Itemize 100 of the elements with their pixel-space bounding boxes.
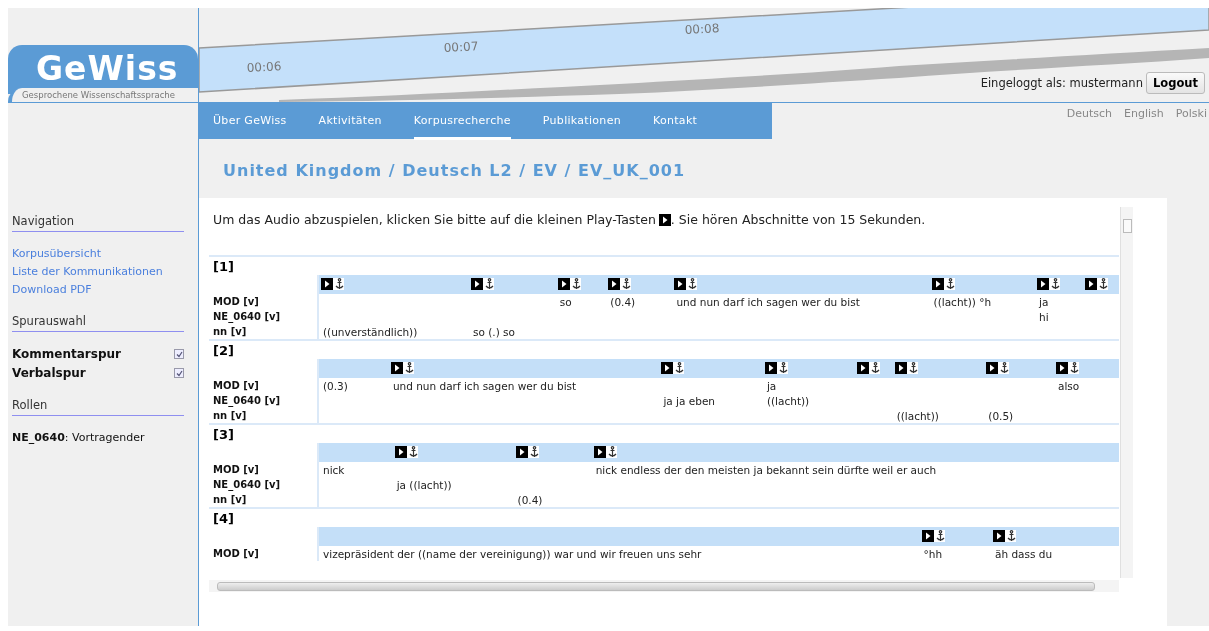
play-icon[interactable] bbox=[321, 278, 333, 290]
anchor-icon[interactable] bbox=[1006, 530, 1016, 542]
tier-label: NE_0640 [v] bbox=[209, 477, 318, 492]
track-label: Verbalspur bbox=[12, 366, 86, 380]
anchor-icon[interactable] bbox=[908, 362, 918, 374]
language-link[interactable]: Deutsch bbox=[1066, 107, 1113, 120]
transcript-text: und nun darf ich sagen wer du bist bbox=[392, 379, 577, 392]
anchor-icon[interactable] bbox=[1069, 362, 1079, 374]
role-text: NE_0640: Vortragender bbox=[12, 431, 146, 444]
transcript-text: ja bbox=[1039, 295, 1049, 308]
transcript-text: hi bbox=[1039, 310, 1049, 323]
tier-label: nn [v] bbox=[209, 324, 318, 339]
tier-label: nn [v] bbox=[209, 492, 318, 507]
transcript-text: äh dass du bbox=[994, 547, 1053, 560]
tier-label: nn [v] bbox=[209, 408, 318, 423]
tier-label: NE_0640 [v] bbox=[209, 309, 318, 324]
anchor-icon[interactable] bbox=[485, 278, 494, 290]
anchor-icon[interactable] bbox=[945, 278, 955, 290]
anchor-icon[interactable] bbox=[870, 362, 880, 374]
play-icon[interactable] bbox=[992, 530, 1005, 542]
anchor-icon[interactable] bbox=[688, 278, 698, 290]
tier-label: MOD [v] bbox=[209, 378, 318, 393]
tier-label: NE_0640 [v] bbox=[209, 393, 318, 408]
transcript-text: ((lacht)) bbox=[896, 409, 939, 422]
language-link[interactable]: English bbox=[1124, 107, 1164, 120]
nav-tab[interactable]: Publikationen bbox=[542, 103, 621, 140]
transcript-text: so bbox=[559, 295, 572, 308]
play-icon[interactable] bbox=[1037, 278, 1050, 290]
horizontal-scrollbar[interactable] bbox=[209, 580, 1119, 592]
play-icon[interactable] bbox=[658, 213, 671, 226]
transcript-text: also bbox=[1057, 379, 1080, 392]
play-icon[interactable] bbox=[515, 446, 528, 458]
anchor-icon[interactable] bbox=[675, 362, 685, 374]
checkbox[interactable] bbox=[174, 349, 184, 359]
transcript-text: (0.5) bbox=[988, 409, 1014, 422]
tier-label: MOD [v] bbox=[209, 546, 318, 561]
tier-label: MOD [v] bbox=[209, 294, 318, 309]
transcript-text: ((unverständlich)) bbox=[323, 325, 418, 338]
intro-text: . Sie hören Abschnitte von 15 Sekunden. bbox=[670, 212, 926, 227]
anchor-icon[interactable] bbox=[607, 446, 617, 458]
timecode-label: 00:07 bbox=[443, 39, 479, 55]
anchor-icon[interactable] bbox=[1098, 278, 1108, 290]
transcript-text: vizepräsident der ((name der vereinigung)) war und wir freuen uns sehr bbox=[323, 547, 702, 560]
transcript-text: ((lacht)) °h bbox=[933, 295, 992, 308]
anchor-icon[interactable] bbox=[778, 362, 788, 374]
play-icon[interactable] bbox=[856, 362, 869, 374]
transcript-text: ja ((lacht)) bbox=[396, 478, 452, 491]
logo-tagline: Gesprochene Wissenschaftssprache bbox=[8, 88, 198, 102]
anchor-icon[interactable] bbox=[529, 446, 539, 458]
play-icon[interactable] bbox=[593, 446, 606, 458]
play-icon[interactable] bbox=[557, 278, 570, 290]
transcript-text: ja ja eben bbox=[663, 394, 716, 407]
breadcrumb-title: United Kingdom / Deutsch L2 / EV / EV_UK_001 bbox=[223, 161, 687, 180]
vertical-scrollbar[interactable] bbox=[1120, 207, 1133, 578]
sidebar-heading: Navigation bbox=[12, 214, 184, 232]
play-icon[interactable] bbox=[764, 362, 777, 374]
sidebar-link[interactable]: Liste der Kommunikationen bbox=[12, 265, 184, 278]
play-icon[interactable] bbox=[390, 362, 403, 374]
transcript-text: ((lacht)) bbox=[766, 394, 810, 407]
anchor-icon[interactable] bbox=[935, 530, 945, 542]
anchor-icon[interactable] bbox=[408, 446, 418, 458]
track-label: Kommentarspur bbox=[12, 347, 121, 361]
play-icon[interactable] bbox=[894, 362, 907, 374]
play-icon[interactable] bbox=[931, 278, 944, 290]
nav-tab[interactable]: Über GeWiss bbox=[213, 103, 287, 140]
play-icon[interactable] bbox=[986, 362, 999, 374]
anchor-icon[interactable] bbox=[404, 362, 414, 374]
login-status: Eingeloggt als: mustermann bbox=[980, 76, 1143, 90]
anchor-icon[interactable] bbox=[622, 278, 632, 290]
tier-label: MOD [v] bbox=[209, 462, 318, 477]
anchor-icon[interactable] bbox=[571, 278, 581, 290]
timecode-label: 00:06 bbox=[246, 59, 282, 75]
nav-tab[interactable]: Kontakt bbox=[653, 103, 698, 140]
anchor-icon[interactable] bbox=[1051, 278, 1061, 290]
anchor-icon[interactable] bbox=[335, 278, 344, 290]
sidebar-link[interactable]: Korpusübersicht bbox=[12, 247, 184, 260]
transcript-text: ja bbox=[766, 379, 777, 392]
intro-text: Um das Audio abzuspielen, klicken Sie bitte auf die kleinen Play-Tasten bbox=[213, 212, 656, 227]
nav-tab[interactable]: Aktivitäten bbox=[318, 103, 382, 140]
sidebar-heading: Rollen bbox=[12, 398, 184, 416]
nav-tab[interactable]: Korpusrecherche bbox=[413, 103, 511, 140]
play-icon[interactable] bbox=[394, 446, 407, 458]
transcript-text: °hh bbox=[923, 547, 943, 560]
play-icon[interactable] bbox=[1084, 278, 1097, 290]
transcript-text: und nun darf ich sagen wer du bist bbox=[676, 295, 860, 308]
play-icon[interactable] bbox=[1055, 362, 1068, 374]
timecode-label: 00:08 bbox=[684, 21, 720, 37]
play-icon[interactable] bbox=[471, 278, 483, 290]
transcript-text: nick endless der den meisten ja bekannt sein dürfte weil er auch bbox=[595, 463, 937, 476]
logout-button[interactable]: Logout bbox=[1145, 72, 1205, 94]
transcript-text: (0.4) bbox=[610, 295, 636, 308]
play-icon[interactable] bbox=[608, 278, 621, 290]
play-icon[interactable] bbox=[674, 278, 687, 290]
language-link[interactable]: Polski bbox=[1175, 107, 1207, 120]
anchor-icon[interactable] bbox=[1000, 362, 1010, 374]
play-icon[interactable] bbox=[921, 530, 934, 542]
sidebar-link[interactable]: Download PDF bbox=[12, 283, 184, 296]
play-icon[interactable] bbox=[661, 362, 674, 374]
checkbox[interactable] bbox=[174, 368, 184, 378]
sidebar-heading: Spurauswahl bbox=[12, 314, 184, 332]
